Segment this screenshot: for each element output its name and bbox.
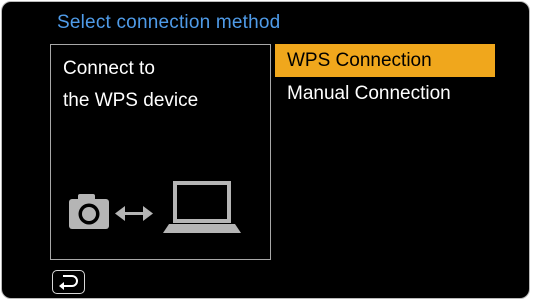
- connection-diagram: [69, 181, 241, 233]
- info-text-line-1: Connect to: [63, 58, 155, 79]
- return-arrow-icon: [59, 275, 78, 290]
- laptop-icon: [163, 181, 241, 233]
- double-arrow-icon: [115, 206, 153, 221]
- back-button[interactable]: [52, 270, 85, 294]
- info-panel: Connect to the WPS device: [50, 44, 271, 260]
- info-text-line-2: the WPS device: [63, 90, 199, 111]
- camera-screen: Select connection method Connect to the …: [1, 1, 530, 299]
- page-title: Select connection method: [57, 12, 281, 33]
- connection-method-menu: WPS Connection Manual Connection: [275, 44, 495, 110]
- camera-icon: [69, 194, 109, 229]
- menu-item-wps-connection[interactable]: WPS Connection: [275, 44, 495, 77]
- menu-item-manual-connection[interactable]: Manual Connection: [275, 77, 495, 110]
